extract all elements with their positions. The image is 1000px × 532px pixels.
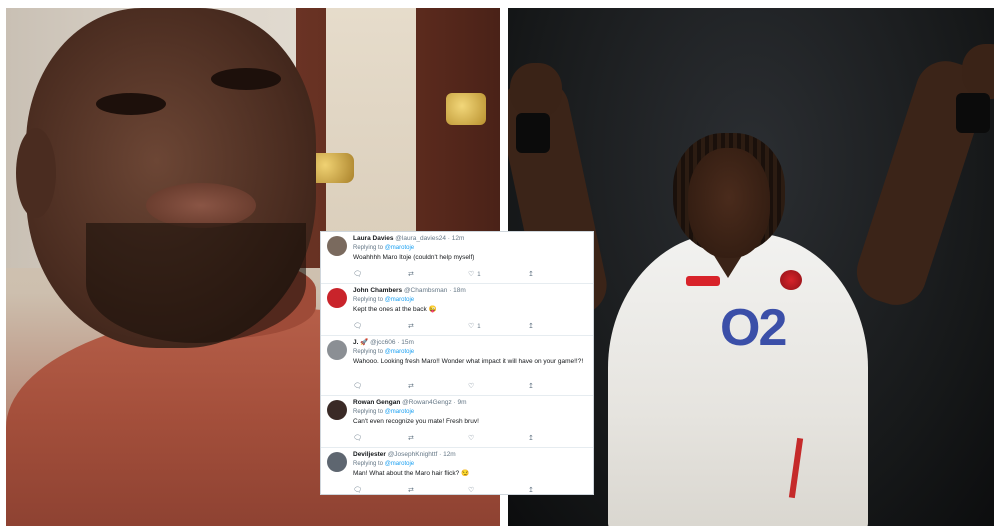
mention-link[interactable]: @marotoje	[385, 297, 414, 303]
mention-link[interactable]: @marotoje	[385, 409, 414, 415]
handle-time: @jcc606 · 15m	[370, 339, 414, 346]
display-name[interactable]: J. 🚀	[353, 339, 368, 346]
reply-icon[interactable]: 🗨	[353, 382, 362, 391]
tweet-text: Kept the ones at the back 😜	[353, 306, 437, 313]
tweet-header: Rowan Gengan @Rowan4Gengz · 9m	[353, 398, 589, 408]
handle-time: @JosephKnighttf · 12m	[387, 451, 456, 458]
retweet-icon[interactable]: ⇄	[408, 322, 414, 331]
share-icon[interactable]: ↥	[528, 270, 534, 279]
tweet-replies-panel: Laura Davies @laura_davies24 · 12m Reply…	[320, 231, 594, 495]
door-panel	[326, 8, 416, 238]
o2-sponsor-logo: O2	[720, 299, 787, 357]
retweet-icon[interactable]: ⇄	[408, 270, 414, 279]
share-icon[interactable]: ↥	[528, 382, 534, 391]
lips	[146, 183, 256, 228]
heart-icon[interactable]: ♡	[468, 382, 474, 391]
replying-to: Replying to @marotoje	[353, 409, 415, 415]
tweet-text: Woahhhh Maro Itoje (couldn't help myself…	[353, 254, 475, 261]
mention-link[interactable]: @marotoje	[385, 461, 414, 467]
replying-to: Replying to @marotoje	[353, 461, 415, 467]
avatar[interactable]	[327, 400, 347, 420]
share-icon[interactable]: ↥	[528, 486, 534, 494]
tweet-text: Wahooo. Looking fresh Maro!! Wonder what…	[353, 358, 584, 365]
tweet-reply[interactable]: Deviljester @JosephKnighttf · 12m Replyi…	[321, 448, 593, 494]
retweet-icon[interactable]: ⇄	[408, 434, 414, 443]
man-face	[26, 8, 316, 348]
avatar[interactable]	[327, 236, 347, 256]
mention-link[interactable]: @marotoje	[385, 349, 414, 355]
left-fist	[510, 63, 562, 118]
player-head	[688, 148, 770, 258]
door-handle	[446, 93, 486, 125]
tweet-actions: 🗨 ⇄ ♡ ↥	[353, 434, 553, 443]
heart-icon[interactable]: ♡ 1	[468, 270, 481, 280]
tweet-header: J. 🚀 @jcc606 · 15m	[353, 338, 589, 348]
tweet-actions: 🗨 ⇄ ♡ 1 ↥	[353, 270, 553, 279]
replying-to: Replying to @marotoje	[353, 297, 415, 303]
display-name[interactable]: Laura Davies	[353, 235, 393, 242]
reply-icon[interactable]: 🗨	[353, 486, 362, 494]
retweet-icon[interactable]: ⇄	[408, 382, 414, 391]
reply-icon[interactable]: 🗨	[353, 270, 362, 279]
handle-time: @laura_davies24 · 12m	[395, 235, 465, 242]
left-wristband	[516, 113, 550, 153]
tweet-actions: 🗨 ⇄ ♡ 1 ↥	[353, 322, 553, 331]
tweet-actions: 🗨 ⇄ ♡ ↥	[353, 486, 553, 494]
display-name[interactable]: Rowan Gengan	[353, 399, 400, 406]
avatar[interactable]	[327, 340, 347, 360]
tweet-reply[interactable]: John Chambers @Chambsman · 18m Replying …	[321, 284, 593, 336]
replying-to: Replying to @marotoje	[353, 349, 415, 355]
right-eye	[211, 68, 281, 90]
beard	[86, 223, 306, 343]
replying-to: Replying to @marotoje	[353, 245, 415, 251]
ear	[16, 128, 56, 218]
tweet-text: Can't even recognize you mate! Fresh bru…	[353, 418, 479, 425]
left-eye	[96, 93, 166, 115]
share-icon[interactable]: ↥	[528, 434, 534, 443]
retweet-icon[interactable]: ⇄	[408, 486, 414, 494]
heart-icon[interactable]: ♡	[468, 486, 474, 494]
right-wristband	[956, 93, 990, 133]
canterbury-logo	[686, 276, 720, 286]
reply-icon[interactable]: 🗨	[353, 434, 362, 443]
tweet-reply[interactable]: Laura Davies @laura_davies24 · 12m Reply…	[321, 232, 593, 284]
england-jersey	[608, 233, 868, 526]
avatar[interactable]	[327, 288, 347, 308]
avatar[interactable]	[327, 452, 347, 472]
tweet-actions: 🗨 ⇄ ♡ ↥	[353, 382, 553, 391]
heart-icon[interactable]: ♡	[468, 434, 474, 443]
share-icon[interactable]: ↥	[528, 322, 534, 331]
mention-link[interactable]: @marotoje	[385, 245, 414, 251]
like-count: 1	[477, 324, 481, 330]
tweet-reply[interactable]: J. 🚀 @jcc606 · 15m Replying to @marotoje…	[321, 336, 593, 396]
tweet-header: Laura Davies @laura_davies24 · 12m	[353, 234, 589, 244]
like-count: 1	[477, 272, 481, 278]
reply-icon[interactable]: 🗨	[353, 322, 362, 331]
england-rose-crest	[780, 270, 802, 290]
heart-icon[interactable]: ♡ 1	[468, 322, 481, 332]
handle-time: @Rowan4Gengz · 9m	[402, 399, 467, 406]
display-name[interactable]: Deviljester	[353, 451, 386, 458]
handle-time: @Chambsman · 18m	[403, 287, 466, 294]
tweet-header: Deviljester @JosephKnighttf · 12m	[353, 450, 589, 460]
tweet-header: John Chambers @Chambsman · 18m	[353, 286, 589, 296]
tweet-reply[interactable]: Rowan Gengan @Rowan4Gengz · 9m Replying …	[321, 396, 593, 448]
display-name[interactable]: John Chambers	[353, 287, 402, 294]
tweet-text: Man! What about the Maro hair flick? 😏	[353, 470, 470, 477]
